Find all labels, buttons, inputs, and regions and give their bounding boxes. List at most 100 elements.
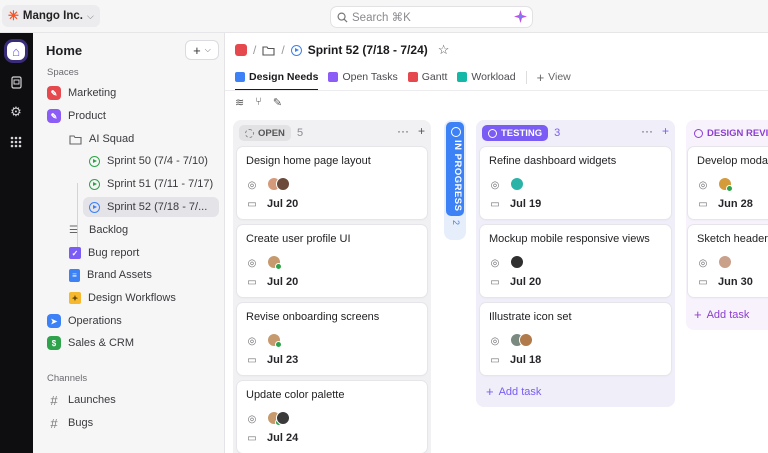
edit-icon[interactable]: ✎ — [273, 96, 282, 109]
due-date[interactable]: Jul 19 — [510, 198, 541, 210]
calendar-icon: ▭ — [490, 354, 500, 366]
avatar[interactable] — [510, 255, 524, 269]
task-card[interactable]: Illustrate icon set ◎ ▭ Jul 18 — [480, 303, 671, 375]
task-card[interactable]: Design home page layout ◎ ▭ Jul 20 — [237, 147, 427, 219]
settings-gear-icon[interactable]: ⚙ — [7, 103, 25, 121]
task-card[interactable]: Refine dashboard widgets ◎ ▭ Jul 19 — [480, 147, 671, 219]
due-date[interactable]: Jul 20 — [267, 276, 298, 288]
inbox-icon[interactable] — [7, 73, 25, 91]
more-icon[interactable]: ··· — [397, 124, 409, 138]
ai-sparkle-icon[interactable] — [514, 10, 527, 23]
channels-label: Channels — [47, 373, 88, 384]
date-row: ▭ Jul 20 — [246, 198, 298, 210]
avatar[interactable] — [718, 255, 732, 269]
calendar-icon: ▭ — [247, 276, 257, 288]
column-count: 3 — [554, 127, 561, 139]
column-actions: ··· + — [641, 124, 669, 138]
avatar[interactable] — [276, 177, 290, 191]
tab-label: Workload — [471, 71, 516, 83]
sidebar-item-ai-squad[interactable]: AI Squad — [69, 129, 134, 149]
tab-gantt[interactable]: Gantt — [407, 66, 447, 88]
more-icon[interactable]: ··· — [641, 124, 653, 138]
due-date[interactable]: Jul 18 — [510, 354, 541, 366]
status-label: DESIGN REVIE — [707, 127, 768, 139]
status-pill-open[interactable]: OPEN — [239, 125, 291, 141]
plus-icon[interactable]: + — [662, 124, 669, 138]
sidebar-item-label: Design Workflows — [88, 292, 176, 304]
calendar-icon: ▭ — [698, 198, 708, 210]
due-date[interactable]: Jul 20 — [510, 276, 541, 288]
task-card[interactable]: Sketch header ◎ ▭ Jun 30 — [688, 225, 768, 297]
list-icon: ☰ — [69, 224, 78, 236]
page-title[interactable]: Sprint 52 (7/18 - 7/24) — [308, 43, 428, 57]
task-card[interactable]: Revise onboarding screens ◎ ▭ Jul 23 — [237, 303, 427, 375]
status-pill-in-progress[interactable]: IN PROGRESS — [446, 122, 464, 216]
due-date[interactable]: Jun 30 — [718, 276, 753, 288]
task-title: Mockup mobile responsive views — [489, 233, 650, 245]
search-bar[interactable]: Search ⌘K — [330, 6, 533, 28]
view-tabs: Design Needs Open Tasks Gantt Workload +… — [235, 66, 571, 91]
due-date[interactable]: Jun 28 — [718, 198, 753, 210]
add-task-button[interactable]: + Add task — [486, 384, 541, 399]
tab-workload[interactable]: Workload — [457, 66, 516, 88]
assignee-row: ◎ — [489, 255, 524, 272]
subtasks-icon[interactable]: ⑂ — [255, 96, 262, 109]
avatar[interactable] — [276, 411, 290, 425]
sidebar-item-sales-crm[interactable]: $ Sales & CRM — [47, 333, 134, 353]
avatar[interactable] — [267, 333, 282, 348]
tab-open-tasks[interactable]: Open Tasks — [328, 66, 398, 88]
plus-icon[interactable]: + — [418, 124, 425, 138]
space-icon[interactable] — [235, 44, 247, 56]
sidebar-item-product[interactable]: ✎ Product — [47, 106, 106, 126]
plus-icon: + — [694, 307, 702, 322]
status-pill-testing[interactable]: TESTING — [482, 125, 549, 141]
star-icon[interactable]: ☆ — [438, 42, 450, 58]
task-card[interactable]: Update color palette ◎ ▭ Jul 24 — [237, 381, 427, 453]
sidebar-item-launches[interactable]: # Launches — [47, 390, 115, 410]
sidebar-item-sprint-52[interactable]: Sprint 52 (7/18 - 7/... — [83, 197, 219, 217]
workspace-switcher[interactable]: ✳ Mango Inc. ⌵ — [2, 5, 100, 27]
calendar-icon: ▭ — [490, 198, 500, 210]
sidebar: Home + ⌵ Spaces ✎ Marketing ✎ Product AI … — [33, 33, 225, 453]
date-row: ▭ Jul 20 — [246, 276, 298, 288]
avatar[interactable] — [267, 255, 282, 270]
avatar[interactable] — [519, 333, 533, 347]
due-date[interactable]: Jul 20 — [267, 198, 298, 210]
sidebar-title: Home — [46, 43, 83, 58]
folder-icon[interactable] — [262, 45, 275, 56]
sidebar-item-label: Bug report — [88, 247, 140, 259]
home-icon[interactable]: ⌂ — [7, 42, 25, 60]
sidebar-item-marketing[interactable]: ✎ Marketing — [47, 83, 116, 103]
column-count: 5 — [296, 127, 304, 139]
status-pill-design-review[interactable]: DESIGN REVIE — [688, 125, 768, 141]
sidebar-item-backlog[interactable]: ☰ Backlog — [69, 220, 128, 240]
chevron-down-icon: ⌵ — [86, 10, 94, 21]
sidebar-item-sprint-51[interactable]: Sprint 51 (7/11 - 7/17) — [89, 174, 213, 194]
create-button[interactable]: + ⌵ — [185, 40, 219, 60]
due-date[interactable]: Jul 24 — [267, 432, 298, 444]
tab-design-needs[interactable]: Design Needs — [235, 66, 319, 91]
task-card[interactable]: Mockup mobile responsive views ◎ ▭ Jul 2… — [480, 225, 671, 297]
sidebar-item-operations[interactable]: ➤ Operations — [47, 311, 122, 331]
task-card[interactable]: Create user profile UI ◎ ▭ Jul 20 — [237, 225, 427, 297]
apps-grid-icon[interactable] — [7, 133, 25, 151]
avatar[interactable] — [510, 177, 524, 191]
column-in-progress-collapsed[interactable]: IN PROGRESS 2 — [444, 120, 466, 240]
avatar[interactable] — [718, 177, 733, 192]
sidebar-item-bugs[interactable]: # Bugs — [47, 413, 93, 433]
add-view-button[interactable]: + View — [537, 66, 571, 88]
sidebar-item-sprint-50[interactable]: Sprint 50 (7/4 - 7/10) — [89, 151, 208, 171]
assignee-icon: ◎ — [490, 180, 500, 191]
task-title: Create user profile UI — [246, 233, 351, 245]
column-design-review: DESIGN REVIE Develop moda ◎ ▭ Jun 28 Ske… — [686, 120, 768, 330]
add-task-label: Add task — [706, 308, 750, 321]
task-card[interactable]: Develop moda ◎ ▭ Jun 28 — [688, 147, 768, 219]
sidebar-item-bug-report[interactable]: ✓ Bug report — [69, 243, 139, 263]
tree-line — [77, 183, 78, 251]
sidebar-item-design-workflows[interactable]: ✦ Design Workflows — [69, 288, 176, 308]
sidebar-item-brand-assets[interactable]: ≡ Brand Assets — [69, 265, 152, 285]
add-task-button[interactable]: + Add task — [694, 307, 749, 322]
due-date[interactable]: Jul 23 — [267, 354, 298, 366]
whiteboard-icon: ✦ — [69, 292, 81, 304]
layers-icon[interactable]: ≋ — [235, 96, 244, 109]
